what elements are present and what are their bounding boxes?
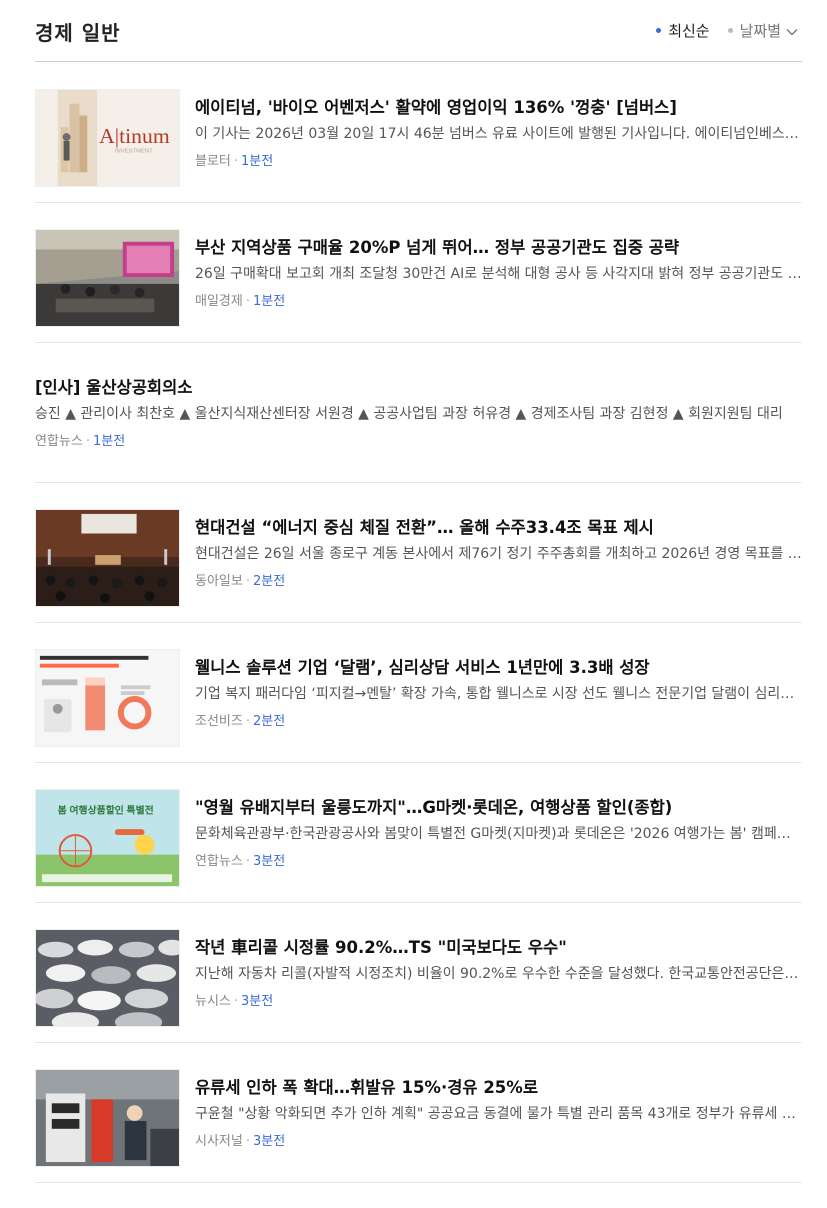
article-summary[interactable]: 이 기사는 2026년 03월 20일 17시 46분 넘버스 유료 사이트에 … bbox=[195, 124, 802, 144]
sort-latest-label: 최신순 bbox=[668, 22, 710, 40]
section-title: 경제 일반 bbox=[35, 21, 121, 45]
sort-options: 최신순 날짜별 bbox=[656, 20, 798, 41]
article-text: 에이티넘, '바이오 어벤저스' 활약에 영업이익 136% '껑충' [넘버스… bbox=[195, 97, 802, 171]
article-thumbnail[interactable] bbox=[35, 1069, 180, 1167]
article-summary[interactable]: 승진 ▲ 관리이사 최찬호 ▲ 울산지식재산센터장 서원경 ▲ 공공사업팀 과장… bbox=[35, 404, 802, 424]
sort-date-dropdown[interactable]: 날짜별 bbox=[727, 20, 798, 41]
article-text: 부산 지역상품 구매율 20%P 넘게 뛰어… 정부 공공기관도 집중 공략 2… bbox=[195, 237, 802, 311]
article-item[interactable]: 작년 車리콜 시정률 90.2%…TS "미국보다도 우수" 지난해 자동차 리… bbox=[35, 903, 802, 1043]
article-source[interactable]: 블로터 bbox=[195, 154, 231, 169]
article-time: 2분전 bbox=[252, 574, 286, 589]
article-meta: 연합뉴스 · 1분전 bbox=[35, 433, 802, 451]
article-source[interactable]: 연합뉴스 bbox=[195, 854, 243, 869]
inactive-dot-icon bbox=[727, 28, 733, 33]
article-text: [인사] 울산상공회의소 승진 ▲ 관리이사 최찬호 ▲ 울산지식재산센터장 서… bbox=[35, 377, 802, 451]
article-text: 유류세 인하 폭 확대…휘발유 15%·경유 25%로 구윤철 "상황 악화되면… bbox=[195, 1077, 802, 1151]
article-item[interactable]: A|tinum INVESTMENT 에이티넘, '바이오 어벤저스' 활약에 … bbox=[35, 63, 802, 203]
article-thumbnail[interactable] bbox=[35, 649, 180, 747]
thumb-banner-text: 봄 여행상품할인 특별전 bbox=[58, 804, 154, 817]
article-time: 1분전 bbox=[92, 434, 126, 449]
article-summary[interactable]: 현대건설은 26일 서울 종로구 계동 본사에서 제76기 정기 주주총회를 개… bbox=[195, 544, 802, 564]
sort-date-label: 날짜별 bbox=[739, 22, 781, 40]
article-summary[interactable]: 문화체육관광부·한국관광공사와 봄맞이 특별전 G마켓(지마켓)과 롯데온은 '… bbox=[195, 824, 802, 844]
article-summary[interactable]: 지난해 자동차 리콜(자발적 시정조치) 비율이 90.2%로 우수한 수준을 … bbox=[195, 964, 802, 984]
article-meta: 시사저널 · 3분전 bbox=[195, 1133, 802, 1151]
meta-separator: · bbox=[245, 294, 250, 309]
thumb-logo-text: A|tinum bbox=[99, 124, 170, 148]
article-thumbnail[interactable] bbox=[35, 929, 180, 1027]
article-list: A|tinum INVESTMENT 에이티넘, '바이오 어벤저스' 활약에 … bbox=[35, 63, 802, 1183]
article-thumbnail[interactable] bbox=[35, 229, 180, 327]
article-meta: 동아일보 · 2분전 bbox=[195, 573, 802, 591]
article-source[interactable]: 연합뉴스 bbox=[35, 434, 83, 449]
article-item[interactable]: 봄 여행상품할인 특별전 "영월 유배지부터 울릉도까지"…G마켓·롯데온, 여… bbox=[35, 763, 802, 903]
article-source[interactable]: 시사저널 bbox=[195, 1134, 243, 1149]
article-text: 웰니스 솔루션 기업 ‘달램’, 심리상담 서비스 1년만에 3.3배 성장 기… bbox=[195, 657, 802, 731]
article-title[interactable]: 웰니스 솔루션 기업 ‘달램’, 심리상담 서비스 1년만에 3.3배 성장 bbox=[195, 657, 802, 679]
article-text: 현대건설 “에너지 중심 체질 전환”… 올해 수주33.4조 목표 제시 현대… bbox=[195, 517, 802, 591]
meta-separator: · bbox=[245, 854, 250, 869]
article-item[interactable]: 웰니스 솔루션 기업 ‘달램’, 심리상담 서비스 1년만에 3.3배 성장 기… bbox=[35, 623, 802, 763]
article-thumbnail[interactable]: A|tinum INVESTMENT bbox=[35, 89, 180, 187]
article-source[interactable]: 동아일보 bbox=[195, 574, 243, 589]
article-summary[interactable]: 기업 복지 패러다임 ‘피지컬→멘탈’ 확장 가속, 통합 웰니스로 시장 선도… bbox=[195, 684, 802, 704]
article-text: 작년 車리콜 시정률 90.2%…TS "미국보다도 우수" 지난해 자동차 리… bbox=[195, 937, 802, 1011]
meta-separator: · bbox=[233, 154, 239, 169]
article-item[interactable]: 유류세 인하 폭 확대…휘발유 15%·경유 25%로 구윤철 "상황 악화되면… bbox=[35, 1043, 802, 1183]
article-text: "영월 유배지부터 울릉도까지"…G마켓·롯데온, 여행상품 할인(종합) 문화… bbox=[195, 797, 802, 871]
section-header: 경제 일반 최신순 날짜별 bbox=[35, 0, 802, 62]
article-title[interactable]: 현대건설 “에너지 중심 체질 전환”… 올해 수주33.4조 목표 제시 bbox=[195, 517, 802, 539]
active-dot-icon bbox=[656, 28, 662, 33]
article-time: 1분전 bbox=[252, 294, 286, 309]
article-title[interactable]: [인사] 울산상공회의소 bbox=[35, 377, 802, 399]
article-source[interactable]: 매일경제 bbox=[195, 294, 243, 309]
article-meta: 블로터 · 1분전 bbox=[195, 153, 802, 171]
article-time: 3분전 bbox=[252, 1134, 286, 1149]
meta-separator: · bbox=[233, 994, 239, 1009]
article-summary[interactable]: 26일 구매확대 보고회 개최 조달청 30만건 AI로 분석해 대형 공사 등… bbox=[195, 264, 802, 284]
meta-separator: · bbox=[245, 574, 250, 589]
article-meta: 연합뉴스 · 3분전 bbox=[195, 853, 802, 871]
sort-latest-button[interactable]: 최신순 bbox=[656, 20, 710, 41]
article-thumbnail[interactable]: 봄 여행상품할인 특별전 bbox=[35, 789, 180, 887]
chevron-down-icon bbox=[786, 22, 798, 40]
article-title[interactable]: 유류세 인하 폭 확대…휘발유 15%·경유 25%로 bbox=[195, 1077, 802, 1099]
article-title[interactable]: 작년 車리콜 시정률 90.2%…TS "미국보다도 우수" bbox=[195, 937, 802, 959]
meta-separator: · bbox=[245, 1134, 250, 1149]
meta-separator: · bbox=[85, 434, 90, 449]
article-title[interactable]: 에이티넘, '바이오 어벤저스' 활약에 영업이익 136% '껑충' [넘버스… bbox=[195, 97, 802, 119]
meta-separator: · bbox=[245, 714, 250, 729]
article-time: 2분전 bbox=[252, 714, 286, 729]
article-source[interactable]: 뉴시스 bbox=[195, 994, 231, 1009]
news-list-page: 경제 일반 최신순 날짜별 A|tinum INVESTMENT 에이티넘, '… bbox=[0, 0, 827, 1208]
article-time: 3분전 bbox=[252, 854, 286, 869]
article-meta: 조선비즈 · 2분전 bbox=[195, 713, 802, 731]
thumb-caption-text: INVESTMENT bbox=[115, 149, 153, 155]
article-time: 3분전 bbox=[241, 994, 274, 1009]
article-item[interactable]: 현대건설 “에너지 중심 체질 전환”… 올해 수주33.4조 목표 제시 현대… bbox=[35, 483, 802, 623]
article-meta: 매일경제 · 1분전 bbox=[195, 293, 802, 311]
article-meta: 뉴시스 · 3분전 bbox=[195, 993, 802, 1011]
article-title[interactable]: "영월 유배지부터 울릉도까지"…G마켓·롯데온, 여행상품 할인(종합) bbox=[195, 797, 802, 819]
article-thumbnail[interactable] bbox=[35, 509, 180, 607]
article-summary[interactable]: 구윤철 "상황 악화되면 추가 인하 계획" 공공요금 동결에 물가 특별 관리… bbox=[195, 1104, 802, 1124]
article-title[interactable]: 부산 지역상품 구매율 20%P 넘게 뛰어… 정부 공공기관도 집중 공략 bbox=[195, 237, 802, 259]
article-source[interactable]: 조선비즈 bbox=[195, 714, 243, 729]
article-time: 1분전 bbox=[241, 154, 274, 169]
article-item[interactable]: 부산 지역상품 구매율 20%P 넘게 뛰어… 정부 공공기관도 집중 공략 2… bbox=[35, 203, 802, 343]
article-item[interactable]: [인사] 울산상공회의소 승진 ▲ 관리이사 최찬호 ▲ 울산지식재산센터장 서… bbox=[35, 343, 802, 483]
